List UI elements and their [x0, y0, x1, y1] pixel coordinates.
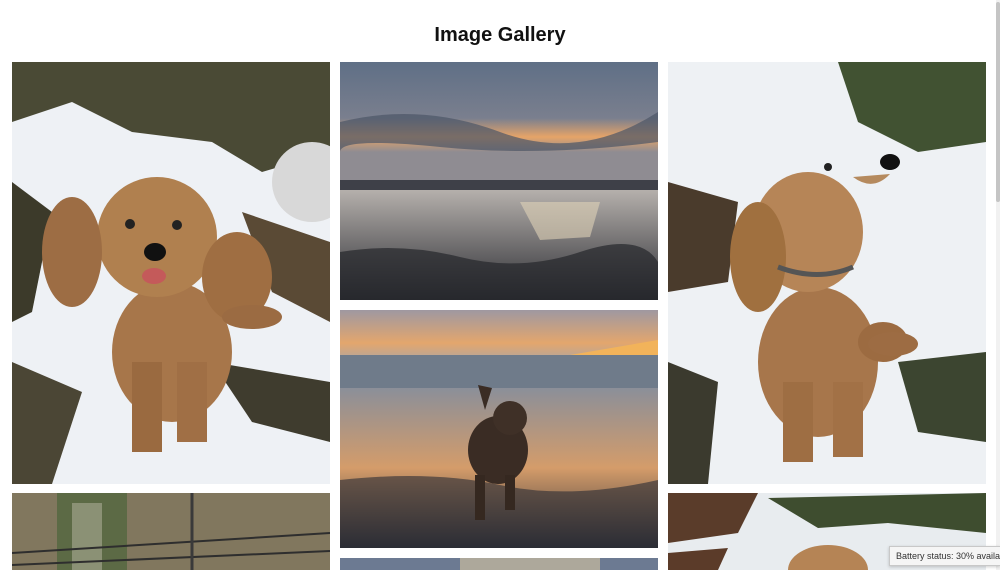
gallery-photo-beach-sunset[interactable] [340, 62, 658, 300]
gallery-photo-beach-partial[interactable] [340, 558, 658, 570]
gallery-photo-woodland[interactable] [12, 493, 330, 570]
gallery-photo-dog-beach[interactable] [340, 310, 658, 548]
scrollbar-thumb[interactable] [996, 2, 1000, 202]
gallery-photo-poodle-snow-1[interactable] [12, 62, 330, 484]
page-title: Image Gallery [434, 24, 566, 46]
gallery-photo-poodle-snow-2[interactable] [668, 62, 986, 484]
battery-status-tooltip: Battery status: 30% available (pl [889, 546, 1000, 566]
scrollbar[interactable] [996, 0, 1000, 570]
